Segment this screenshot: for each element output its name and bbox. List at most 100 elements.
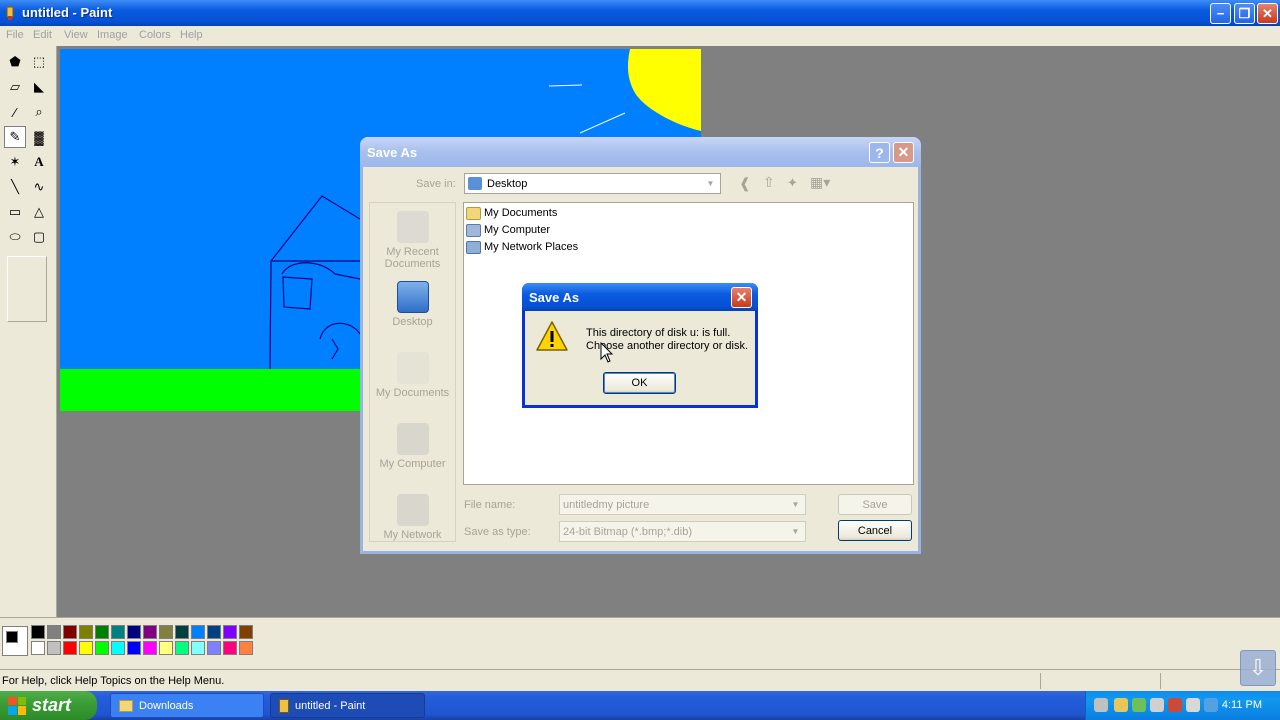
palette-swatch[interactable] bbox=[191, 625, 205, 639]
dialog-close-button[interactable]: ✕ bbox=[893, 142, 914, 163]
menu-colors[interactable]: Colors bbox=[139, 29, 171, 41]
tray-icon[interactable] bbox=[1186, 698, 1200, 712]
menu-file[interactable]: File bbox=[6, 29, 24, 41]
palette-swatch[interactable] bbox=[31, 641, 45, 655]
ellipse-icon[interactable]: ⬭ bbox=[4, 226, 26, 248]
foreground-color bbox=[6, 631, 18, 643]
rounded-rectangle-icon[interactable]: ▢ bbox=[28, 226, 50, 248]
views-menu-icon[interactable]: ▦▾ bbox=[810, 174, 830, 191]
up-folder-icon[interactable]: ⇧ bbox=[763, 174, 775, 191]
polygon-icon[interactable]: △ bbox=[28, 201, 50, 223]
minimize-button[interactable]: − bbox=[1210, 3, 1231, 24]
brush-icon[interactable]: ▓ bbox=[28, 126, 50, 148]
palette-swatch[interactable] bbox=[63, 625, 77, 639]
desktop-icon bbox=[396, 281, 429, 313]
palette-swatch[interactable] bbox=[127, 625, 141, 639]
computer-icon bbox=[466, 223, 481, 237]
close-button[interactable]: ✕ bbox=[1257, 3, 1278, 24]
tray-icon[interactable] bbox=[1132, 698, 1146, 712]
menu-view[interactable]: View bbox=[64, 29, 88, 41]
tray-icon[interactable] bbox=[1114, 698, 1128, 712]
list-item[interactable]: My Documents bbox=[466, 205, 557, 221]
palette-swatch[interactable] bbox=[79, 641, 93, 655]
palette-swatch[interactable] bbox=[159, 641, 173, 655]
line-icon[interactable]: ╲ bbox=[4, 176, 26, 198]
color-picker-icon[interactable]: ∕ bbox=[4, 101, 26, 123]
palette-swatch[interactable] bbox=[223, 625, 237, 639]
chevron-down-icon: ▼ bbox=[791, 527, 800, 536]
airbrush-icon[interactable]: ✶ bbox=[4, 151, 26, 173]
palette-swatch[interactable] bbox=[239, 641, 253, 655]
rectangle-icon[interactable]: ▭ bbox=[4, 201, 26, 223]
list-item[interactable]: My Computer bbox=[466, 222, 550, 238]
menu-help[interactable]: Help bbox=[180, 29, 203, 41]
palette-swatch[interactable] bbox=[95, 641, 109, 655]
palette-swatch[interactable] bbox=[207, 641, 221, 655]
tool-options-box[interactable] bbox=[7, 256, 47, 322]
curve-icon[interactable]: ∿ bbox=[28, 176, 50, 198]
palette-swatch[interactable] bbox=[143, 641, 157, 655]
menu-image[interactable]: Image bbox=[97, 29, 128, 41]
message-line-1: This directory of disk u: is full. bbox=[586, 327, 731, 339]
cancel-button[interactable]: Cancel bbox=[838, 520, 912, 541]
new-folder-icon[interactable]: ✦ bbox=[787, 175, 798, 191]
place-my-computer[interactable]: My Computer bbox=[370, 423, 455, 470]
place-desktop[interactable]: Desktop bbox=[370, 281, 455, 328]
palette-swatch[interactable] bbox=[79, 625, 93, 639]
current-colors[interactable] bbox=[2, 626, 28, 656]
chevron-down-icon: ▼ bbox=[706, 179, 715, 188]
pencil-icon[interactable]: ✎ bbox=[4, 126, 26, 148]
rect-select-icon[interactable]: ⬚ bbox=[28, 51, 50, 73]
back-icon[interactable]: ❰ bbox=[739, 175, 751, 192]
save-in-dropdown[interactable]: Desktop ▼ bbox=[464, 173, 721, 194]
ok-button[interactable]: OK bbox=[603, 372, 676, 394]
file-name-input[interactable]: untitledmy picture ▼ bbox=[559, 494, 806, 515]
my-network-icon bbox=[396, 494, 429, 526]
status-text: For Help, click Help Topics on the Help … bbox=[2, 675, 225, 687]
scroll-down-icon[interactable]: ⇩ bbox=[1240, 650, 1276, 686]
save-in-value: Desktop bbox=[487, 177, 528, 190]
disk-full-message-box: Save As ✕ This directory of disk u: is f… bbox=[522, 283, 758, 408]
free-select-icon[interactable]: ⬟ bbox=[4, 51, 26, 73]
help-button[interactable]: ? bbox=[869, 142, 890, 163]
save-type-dropdown[interactable]: 24-bit Bitmap (*.bmp;*.dib) ▼ bbox=[559, 521, 806, 542]
menu-bar: File Edit View Image Colors Help bbox=[0, 26, 1280, 46]
tray-icon[interactable] bbox=[1094, 698, 1108, 712]
palette-swatch[interactable] bbox=[47, 625, 61, 639]
palette-swatch[interactable] bbox=[63, 641, 77, 655]
start-button[interactable]: start bbox=[0, 691, 97, 720]
palette-swatch[interactable] bbox=[159, 625, 173, 639]
message-close-button[interactable]: ✕ bbox=[731, 287, 752, 308]
palette-swatch[interactable] bbox=[207, 625, 221, 639]
palette-swatch[interactable] bbox=[47, 641, 61, 655]
palette-swatch[interactable] bbox=[143, 625, 157, 639]
tray-icon[interactable] bbox=[1204, 698, 1218, 712]
palette-swatch[interactable] bbox=[111, 641, 125, 655]
taskbar-item-paint[interactable]: untitled - Paint bbox=[270, 693, 425, 718]
place-recent-documents[interactable]: My Recent Documents bbox=[370, 211, 455, 270]
place-my-network[interactable]: My Network bbox=[370, 494, 455, 541]
palette-swatch[interactable] bbox=[31, 625, 45, 639]
palette-swatch[interactable] bbox=[111, 625, 125, 639]
tray-icon[interactable] bbox=[1168, 698, 1182, 712]
palette-swatch[interactable] bbox=[175, 625, 189, 639]
palette-swatch[interactable] bbox=[127, 641, 141, 655]
palette-swatch[interactable] bbox=[95, 625, 109, 639]
restore-button[interactable]: ❐ bbox=[1234, 3, 1255, 24]
palette-swatch[interactable] bbox=[191, 641, 205, 655]
palette-swatch[interactable] bbox=[223, 641, 237, 655]
toolbox: ⬟ ⬚ ▱ ◣ ∕ ⌕ ✎ ▓ ✶ A ╲ ∿ ▭ △ ⬭ ▢ bbox=[0, 46, 57, 617]
palette-swatch[interactable] bbox=[239, 625, 253, 639]
eraser-icon[interactable]: ▱ bbox=[4, 76, 26, 98]
menu-edit[interactable]: Edit bbox=[33, 29, 52, 41]
text-tool-icon[interactable]: A bbox=[28, 151, 50, 173]
save-button[interactable]: Save bbox=[838, 494, 912, 515]
magnifier-icon[interactable]: ⌕ bbox=[28, 101, 50, 123]
tray-icon[interactable] bbox=[1150, 698, 1164, 712]
list-item[interactable]: My Network Places bbox=[466, 239, 578, 255]
palette-swatch[interactable] bbox=[175, 641, 189, 655]
taskbar-item-downloads[interactable]: Downloads bbox=[110, 693, 264, 718]
place-my-documents[interactable]: My Documents bbox=[370, 352, 455, 399]
fill-bucket-icon[interactable]: ◣ bbox=[28, 76, 50, 98]
system-tray: 4:11 PM bbox=[1085, 691, 1280, 720]
